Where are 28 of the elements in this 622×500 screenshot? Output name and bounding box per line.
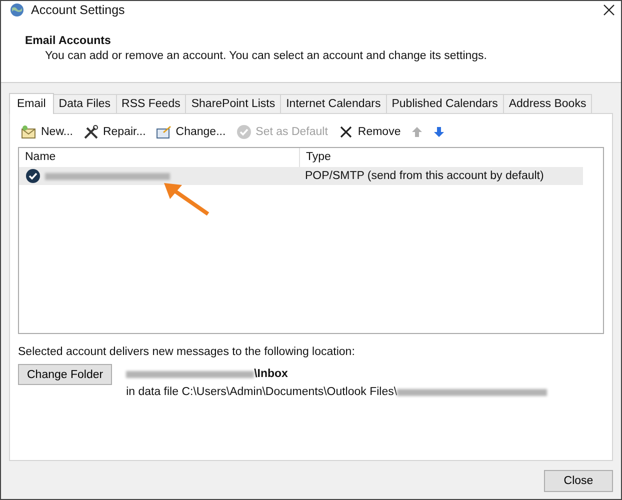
tab[interactable]: Address Books <box>502 94 592 113</box>
globe-icon <box>9 2 25 18</box>
arrow-up-icon <box>410 126 423 138</box>
table-cell: POP/SMTP (send from this account by default) <box>305 170 544 182</box>
close-icon[interactable] <box>603 4 615 16</box>
move-down-button[interactable] <box>432 126 445 138</box>
x-icon <box>338 124 354 140</box>
close-button[interactable]: Close <box>544 470 613 492</box>
tools-icon <box>82 124 99 140</box>
card-edit-icon <box>156 124 172 140</box>
toolbar-button[interactable]: Change... <box>156 124 226 140</box>
column-header[interactable]: Name <box>19 148 299 167</box>
folder-name: \Inbox <box>254 368 288 380</box>
tab[interactable]: Email <box>9 93 54 114</box>
delivery-label: Selected account delivers new messages to the following location: <box>18 346 356 358</box>
envelope-icon <box>21 124 37 140</box>
section-description: You can add or remove an account. You can select an account and change its settings. <box>44 50 488 62</box>
section-title: Email Accounts <box>25 35 112 47</box>
check-circle-icon <box>236 124 252 140</box>
change-folder-button[interactable]: Change Folder <box>18 364 112 385</box>
toolbar-button[interactable]: Remove <box>338 124 401 140</box>
arrow-down-icon <box>432 126 445 138</box>
window-title: Account Settings <box>31 3 126 17</box>
arrow-annotation <box>162 181 212 217</box>
account-row[interactable]: POP/SMTP (send from this account by default) <box>19 167 583 185</box>
toolbar-button[interactable]: New... <box>21 124 73 140</box>
toolbar-button[interactable]: Repair... <box>82 124 146 140</box>
data-file-path: in data file C:\Users\Admin\Documents\Outlook Files\ <box>126 386 398 398</box>
